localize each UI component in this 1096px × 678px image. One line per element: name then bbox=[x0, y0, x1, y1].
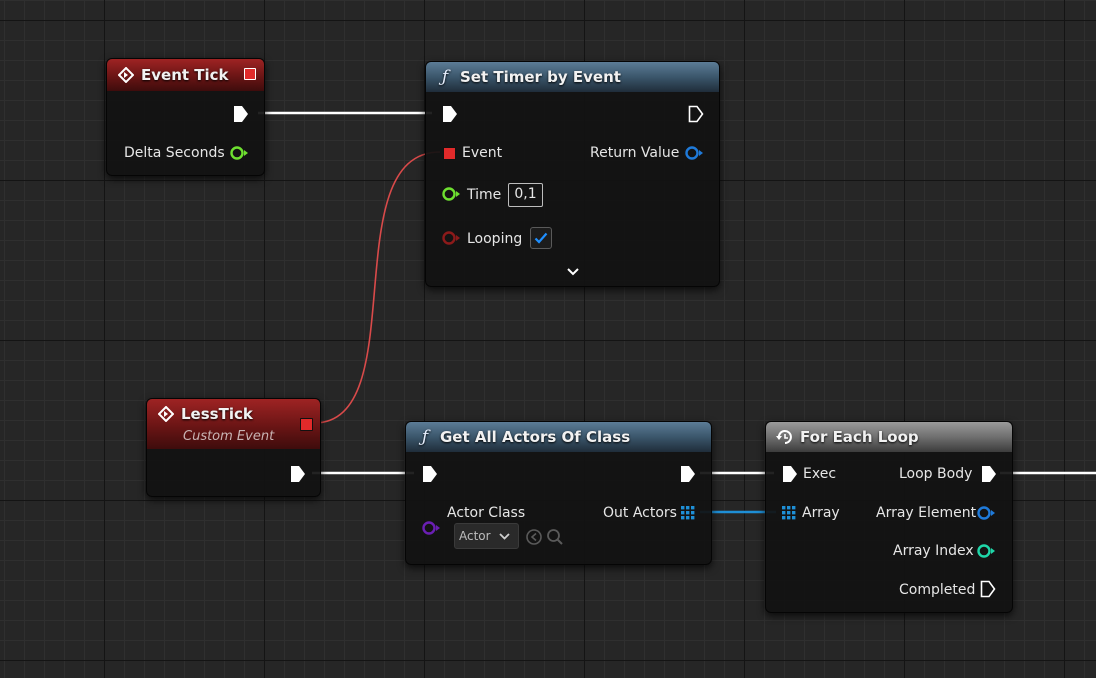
for-each-loop-header[interactable]: For Each Loop bbox=[766, 422, 1012, 452]
set-timer-exec-out-pin[interactable] bbox=[688, 105, 704, 123]
looping-checkbox[interactable] bbox=[530, 227, 552, 249]
set-timer-title: Set Timer by Event bbox=[460, 68, 621, 86]
for-each-exec-in-pin[interactable] bbox=[782, 465, 798, 483]
actor-class-label: Actor Class bbox=[447, 505, 526, 521]
set-timer-exec-in-pin[interactable] bbox=[442, 105, 458, 123]
advanced-expand-chevron-icon[interactable] bbox=[567, 268, 579, 276]
checkmark-icon bbox=[534, 232, 548, 244]
exec-label: Exec bbox=[803, 466, 837, 482]
event-tick-delegate-pin[interactable] bbox=[244, 68, 256, 80]
use-selected-arrow-icon[interactable] bbox=[525, 528, 543, 546]
event-delegate-pin[interactable] bbox=[443, 147, 456, 160]
event-tick-header[interactable]: Event Tick bbox=[107, 59, 264, 91]
actor-class-pin[interactable] bbox=[421, 520, 441, 536]
array-element-pin[interactable] bbox=[976, 505, 996, 521]
get-all-actors-title: Get All Actors Of Class bbox=[440, 428, 631, 446]
function-icon: ƒ bbox=[441, 67, 449, 87]
actor-class-dropdown-value: Actor bbox=[459, 529, 491, 543]
get-all-actors-header[interactable]: ƒ Get All Actors Of Class bbox=[406, 422, 711, 452]
event-pin-label: Event bbox=[462, 145, 503, 161]
event-diamond-icon bbox=[157, 405, 175, 423]
for-each-loop-title: For Each Loop bbox=[800, 428, 919, 446]
lesstick-custom-event-node[interactable]: LessTick Custom Event bbox=[146, 398, 321, 497]
set-timer-by-event-node[interactable]: ƒ Set Timer by Event Event Return Value … bbox=[425, 61, 720, 287]
actor-class-dropdown[interactable]: Actor bbox=[454, 523, 519, 549]
chevron-down-icon bbox=[498, 532, 510, 540]
delta-seconds-pin[interactable] bbox=[229, 145, 249, 161]
array-element-label: Array Element bbox=[876, 505, 977, 521]
delegate-wire-lesstick-to-event bbox=[313, 151, 441, 424]
set-timer-header[interactable]: ƒ Set Timer by Event bbox=[426, 62, 719, 92]
array-index-pin[interactable] bbox=[976, 543, 996, 559]
array-index-label: Array Index bbox=[893, 543, 974, 559]
array-in-pin[interactable] bbox=[782, 506, 796, 520]
lesstick-header[interactable]: LessTick Custom Event bbox=[147, 399, 320, 449]
lesstick-delegate-pin[interactable] bbox=[300, 418, 313, 431]
event-tick-node[interactable]: Event Tick Delta Seconds bbox=[106, 58, 265, 176]
function-icon: ƒ bbox=[421, 427, 429, 447]
event-tick-exec-out-pin[interactable] bbox=[233, 105, 249, 123]
out-actors-label: Out Actors bbox=[603, 505, 677, 521]
event-diamond-icon bbox=[117, 66, 135, 84]
time-value-input[interactable]: 0,1 bbox=[508, 183, 543, 207]
event-tick-title: Event Tick bbox=[141, 66, 229, 84]
looping-label: Looping bbox=[467, 231, 523, 247]
out-actors-array-pin[interactable] bbox=[681, 506, 695, 520]
get-all-actors-of-class-node[interactable]: ƒ Get All Actors Of Class Actor Class Ac… bbox=[405, 421, 712, 565]
lesstick-subtitle: Custom Event bbox=[183, 429, 275, 444]
time-pin[interactable] bbox=[441, 186, 461, 202]
lesstick-title: LessTick bbox=[181, 405, 253, 423]
for-each-loop-node[interactable]: For Each Loop Exec Loop Body Array Array… bbox=[765, 421, 1013, 613]
get-all-actors-exec-out-pin[interactable] bbox=[680, 465, 696, 483]
completed-exec-out-pin[interactable] bbox=[980, 580, 996, 598]
delta-seconds-label: Delta Seconds bbox=[124, 145, 225, 161]
browse-search-icon[interactable] bbox=[546, 528, 564, 546]
get-all-actors-exec-in-pin[interactable] bbox=[422, 465, 438, 483]
array-label: Array bbox=[802, 505, 840, 521]
time-label: Time bbox=[467, 187, 502, 203]
lesstick-exec-out-pin[interactable] bbox=[290, 465, 306, 483]
loop-body-exec-out-pin[interactable] bbox=[981, 465, 997, 483]
completed-label: Completed bbox=[899, 582, 976, 598]
return-value-pin[interactable] bbox=[684, 145, 704, 161]
loop-body-label: Loop Body bbox=[899, 466, 973, 482]
return-value-label: Return Value bbox=[590, 145, 680, 161]
loop-macro-icon bbox=[776, 428, 794, 446]
looping-pin[interactable] bbox=[441, 230, 461, 246]
